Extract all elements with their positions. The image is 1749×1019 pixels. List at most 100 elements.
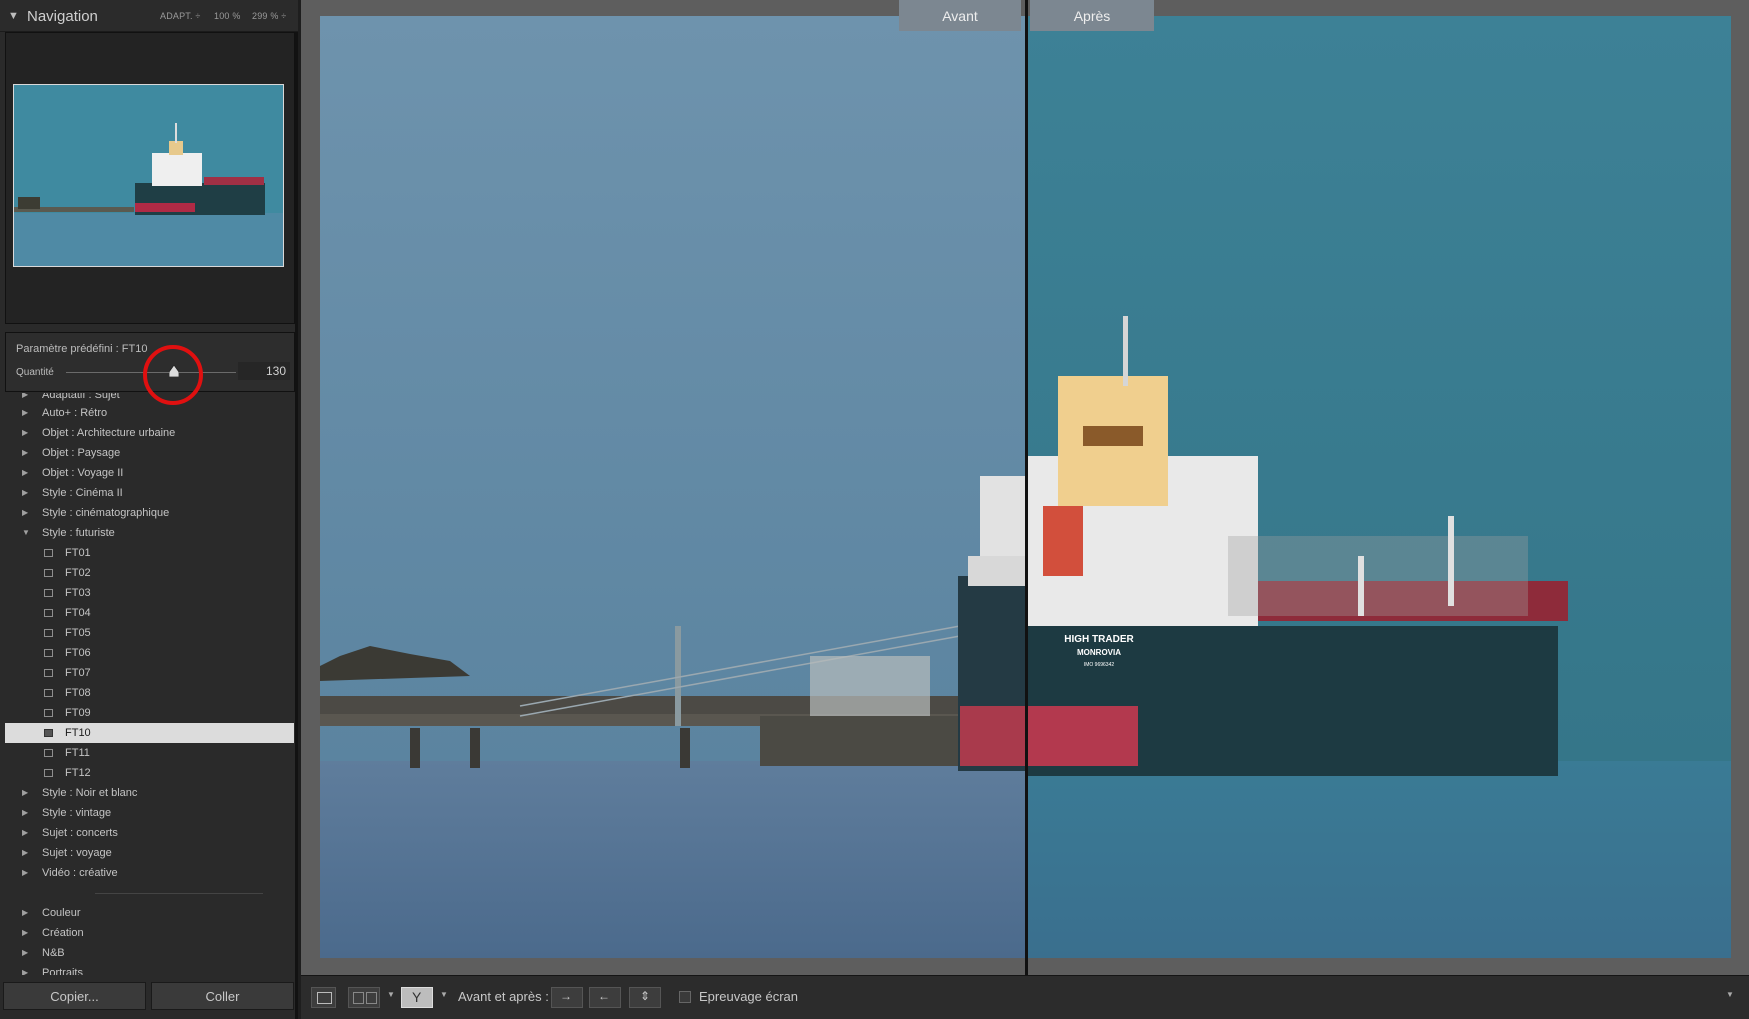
zoom-100-option[interactable]: 100 % bbox=[214, 11, 241, 21]
preset-icon bbox=[44, 749, 53, 757]
preset-icon bbox=[44, 609, 53, 617]
panel-bottom-buttons: Copier... Coller bbox=[0, 982, 298, 1019]
preset-tree: ▶ Adaptatif : Sujet ▶ Auto+ : Rétro ▶ Obje… bbox=[5, 393, 294, 975]
preset-icon bbox=[44, 649, 53, 657]
zoom-299-option[interactable]: 299 % ÷ bbox=[252, 11, 286, 21]
tree-group[interactable]: ▶ N&B bbox=[5, 943, 294, 963]
copy-after-to-before-button[interactable]: ← bbox=[589, 987, 621, 1008]
split-divider[interactable] bbox=[1025, 0, 1028, 975]
preset-icon bbox=[44, 729, 53, 737]
tree-group[interactable]: ▶ Style : vintage bbox=[5, 803, 294, 823]
bottom-toolbar: ▼ Y ▼ Avant et après : → ← ⇕ Epreuvage é… bbox=[301, 975, 1749, 1019]
preset-item-selected[interactable]: FT10 bbox=[5, 723, 294, 743]
loupe-view-button[interactable] bbox=[311, 987, 336, 1008]
before-photo[interactable] bbox=[320, 16, 1025, 958]
preset-icon bbox=[44, 669, 53, 677]
preset-item[interactable]: FT12 bbox=[5, 763, 294, 783]
before-label-tab: Avant bbox=[899, 0, 1021, 31]
preset-item[interactable]: FT04 bbox=[5, 603, 294, 623]
preset-icon bbox=[44, 629, 53, 637]
triangle-right-icon: ▶ bbox=[22, 868, 29, 877]
compare-view-button[interactable] bbox=[348, 987, 380, 1008]
triangle-right-icon: ▶ bbox=[22, 488, 29, 497]
tree-group[interactable]: ▶ Style : cinématographique bbox=[5, 503, 294, 523]
navigator-title: Navigation bbox=[27, 8, 98, 25]
softproof-checkbox[interactable] bbox=[679, 991, 691, 1003]
before-after-label: Avant et après : bbox=[458, 989, 549, 1004]
preset-item[interactable]: FT01 bbox=[5, 543, 294, 563]
tree-group[interactable]: ▶ Objet : Voyage II bbox=[5, 463, 294, 483]
preset-item[interactable]: FT03 bbox=[5, 583, 294, 603]
highlight-circle bbox=[143, 345, 203, 405]
triangle-right-icon: ▶ bbox=[22, 928, 29, 937]
triangle-right-icon: ▶ bbox=[22, 948, 29, 957]
tree-group[interactable]: ▶ Objet : Paysage bbox=[5, 443, 294, 463]
tree-group[interactable]: ▶ Objet : Architecture urbaine bbox=[5, 423, 294, 443]
before-image bbox=[320, 16, 1025, 958]
ship-port-text: MONROVIA bbox=[1077, 648, 1121, 657]
triangle-right-icon: ▶ bbox=[22, 828, 29, 837]
after-photo[interactable]: HIGH TRADER MONROVIA IMO 9696342 bbox=[1028, 16, 1731, 958]
tree-group[interactable]: ▶ Couleur bbox=[5, 903, 294, 923]
triangle-right-icon: ▶ bbox=[22, 468, 29, 477]
before-after-mode-button[interactable]: Y bbox=[401, 987, 433, 1008]
tree-group[interactable]: ▶ Sujet : voyage bbox=[5, 843, 294, 863]
tree-group[interactable]: ▶ Portraits bbox=[5, 963, 294, 975]
preset-icon bbox=[44, 689, 53, 697]
copy-button[interactable]: Copier... bbox=[3, 982, 146, 1010]
thumbnail-image bbox=[14, 85, 283, 266]
preset-label: Paramètre prédéfini : FT10 bbox=[16, 343, 148, 355]
arrow-left-icon: ← bbox=[598, 989, 610, 1003]
preset-item[interactable]: FT08 bbox=[5, 683, 294, 703]
triangle-right-icon: ▶ bbox=[22, 408, 29, 417]
preset-icon bbox=[44, 709, 53, 717]
navigator-thumbnail[interactable] bbox=[13, 84, 284, 267]
split-view-icon: Y bbox=[412, 989, 422, 1005]
toolbar-menu-chevron-icon[interactable]: ▼ bbox=[1726, 990, 1734, 999]
preset-item[interactable]: FT02 bbox=[5, 563, 294, 583]
arrow-right-icon: → bbox=[560, 989, 572, 1003]
triangle-right-icon: ▶ bbox=[22, 508, 29, 517]
preset-item[interactable]: FT05 bbox=[5, 623, 294, 643]
paste-button[interactable]: Coller bbox=[151, 982, 294, 1010]
after-label-tab: Après bbox=[1030, 0, 1154, 31]
chevron-down-icon[interactable]: ▼ bbox=[440, 990, 448, 999]
preset-item[interactable]: FT11 bbox=[5, 743, 294, 763]
triangle-down-icon: ▼ bbox=[22, 528, 30, 537]
before-after-icon-right bbox=[366, 992, 377, 1004]
preset-icon bbox=[44, 549, 53, 557]
tree-group[interactable]: ▶ Style : Noir et blanc bbox=[5, 783, 294, 803]
amount-label: Quantité bbox=[16, 367, 54, 378]
preset-item[interactable]: FT06 bbox=[5, 643, 294, 663]
tree-group[interactable]: ▶ Auto+ : Rétro bbox=[5, 403, 294, 423]
tree-group[interactable]: ▶ Sujet : concerts bbox=[5, 823, 294, 843]
collapse-triangle-icon[interactable]: ▼ bbox=[8, 10, 19, 22]
amount-value-field[interactable]: 130 bbox=[238, 362, 290, 380]
zoom-fit-option[interactable]: ADAPT. ÷ bbox=[160, 11, 201, 21]
triangle-right-icon: ▶ bbox=[22, 788, 29, 797]
tree-group[interactable]: ▶ Création bbox=[5, 923, 294, 943]
tree-divider bbox=[95, 893, 263, 894]
loupe-view-icon bbox=[317, 992, 332, 1004]
triangle-right-icon: ▶ bbox=[22, 848, 29, 857]
chevron-down-icon[interactable]: ▼ bbox=[387, 990, 395, 999]
triangle-right-icon: ▶ bbox=[22, 428, 29, 437]
preset-item[interactable]: FT09 bbox=[5, 703, 294, 723]
preset-item[interactable]: FT07 bbox=[5, 663, 294, 683]
triangle-right-icon: ▶ bbox=[22, 448, 29, 457]
swap-before-after-button[interactable]: ⇕ bbox=[629, 987, 661, 1008]
copy-before-to-after-button[interactable]: → bbox=[551, 987, 583, 1008]
preset-icon bbox=[44, 569, 53, 577]
preset-icon bbox=[44, 589, 53, 597]
tree-group-expanded[interactable]: ▼ Style : futuriste bbox=[5, 523, 294, 543]
triangle-right-icon: ▶ bbox=[22, 808, 29, 817]
tree-group[interactable]: ▶ Vidéo : créative bbox=[5, 863, 294, 883]
ship-name-text: HIGH TRADER bbox=[1064, 634, 1134, 645]
preset-icon bbox=[44, 769, 53, 777]
compare-view: HIGH TRADER MONROVIA IMO 9696342 Avant A… bbox=[301, 0, 1749, 975]
after-image bbox=[1028, 16, 1731, 958]
navigator-header[interactable]: ▼ Navigation ADAPT. ÷ 100 % 299 % ÷ bbox=[0, 0, 298, 32]
softproof-label: Epreuvage écran bbox=[699, 989, 799, 1004]
swap-icon: ⇕ bbox=[640, 989, 651, 1003]
tree-group[interactable]: ▶ Style : Cinéma II bbox=[5, 483, 294, 503]
